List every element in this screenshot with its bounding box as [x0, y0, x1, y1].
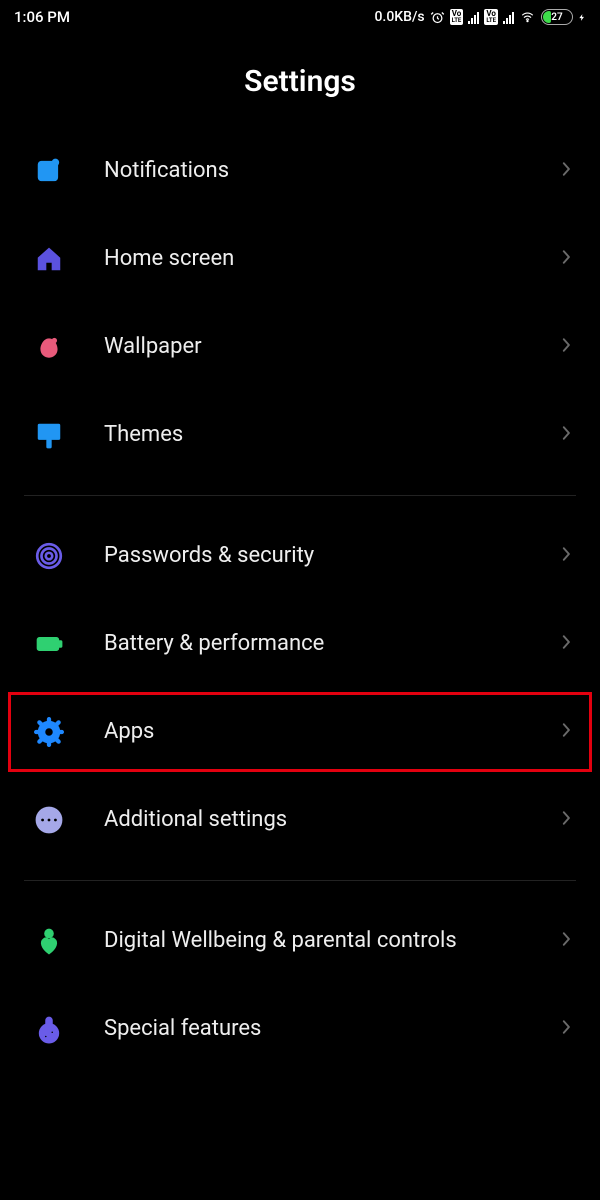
settings-row-label: Digital Wellbeing & parental controls	[104, 927, 558, 955]
charging-icon	[578, 10, 586, 25]
settings-row-additional-settings[interactable]: Additional settings	[0, 776, 600, 864]
settings-row-battery-performance[interactable]: Battery & performance	[0, 600, 600, 688]
settings-row-apps[interactable]: Apps	[0, 688, 600, 776]
section-divider	[24, 495, 576, 496]
settings-row-label: Additional settings	[104, 806, 558, 834]
home-icon	[32, 242, 66, 276]
status-time: 1:06 PM	[14, 8, 70, 26]
signal-icon-1	[468, 11, 479, 24]
chevron-right-icon	[558, 160, 576, 182]
settings-row-label: Battery & performance	[104, 630, 558, 658]
settings-row-wallpaper[interactable]: Wallpaper	[0, 303, 600, 391]
volte-icon-2: VoLTE	[484, 9, 498, 25]
wallpaper-icon	[32, 330, 66, 364]
signal-icon-2	[503, 11, 514, 24]
battery-indicator: 27	[541, 9, 573, 25]
settings-row-label: Themes	[104, 421, 558, 449]
settings-list: Notifications Home screen Wallpaper Themes P…	[0, 127, 600, 1073]
chevron-right-icon	[558, 1018, 576, 1040]
settings-row-digital-wellbeing[interactable]: Digital Wellbeing & parental controls	[0, 897, 600, 985]
settings-row-label: Notifications	[104, 157, 558, 185]
settings-row-special-features[interactable]: Special features	[0, 985, 600, 1073]
settings-row-label: Wallpaper	[104, 333, 558, 361]
chevron-right-icon	[558, 930, 576, 952]
dots-icon	[32, 803, 66, 837]
volte-icon-1: VoLTE	[450, 9, 464, 25]
settings-row-label: Passwords & security	[104, 542, 558, 570]
status-right: 0.0KB/s VoLTE VoLTE 27	[374, 9, 586, 25]
settings-row-label: Special features	[104, 1015, 558, 1043]
heart-icon	[32, 924, 66, 958]
alarm-icon	[430, 10, 445, 25]
wifi-icon	[519, 10, 536, 24]
settings-row-themes[interactable]: Themes	[0, 391, 600, 479]
page-title: Settings	[0, 64, 600, 99]
status-bar: 1:06 PM 0.0KB/s VoLTE VoLTE 27	[0, 0, 600, 30]
themes-icon	[32, 418, 66, 452]
chevron-right-icon	[558, 633, 576, 655]
chevron-right-icon	[558, 545, 576, 567]
chevron-right-icon	[558, 336, 576, 358]
page-header: Settings	[0, 30, 600, 127]
chevron-right-icon	[558, 809, 576, 831]
settings-row-label: Home screen	[104, 245, 558, 273]
notifications-icon	[32, 154, 66, 188]
settings-row-notifications[interactable]: Notifications	[0, 127, 600, 215]
settings-row-label: Apps	[104, 718, 558, 746]
gear-icon	[32, 715, 66, 749]
settings-row-home-screen[interactable]: Home screen	[0, 215, 600, 303]
flask-icon	[32, 1012, 66, 1046]
chevron-right-icon	[558, 424, 576, 446]
status-speed: 0.0KB/s	[374, 9, 424, 25]
chevron-right-icon	[558, 721, 576, 743]
chevron-right-icon	[558, 248, 576, 270]
section-divider	[24, 880, 576, 881]
settings-row-passwords-security[interactable]: Passwords & security	[0, 512, 600, 600]
battery-icon	[32, 627, 66, 661]
fingerprint-icon	[32, 539, 66, 573]
